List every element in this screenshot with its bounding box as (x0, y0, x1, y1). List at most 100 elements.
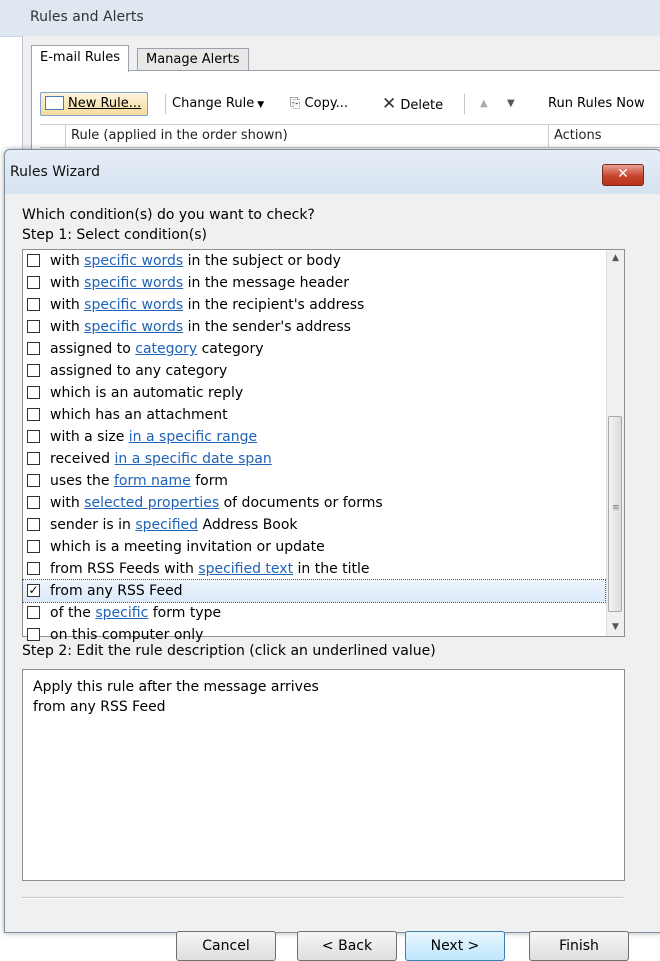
condition-item[interactable]: which is a meeting invitation or update (23, 536, 605, 558)
condition-item[interactable]: with specific words in the sender's addr… (23, 316, 605, 338)
copy-button[interactable]: ⎘ Copy... (290, 92, 348, 116)
tab-email-rules[interactable]: E-mail Rules (31, 45, 129, 72)
condition-text: uses the (50, 473, 114, 489)
condition-checkbox[interactable] (27, 474, 40, 487)
change-rule-button[interactable]: Change Rule ▼ (172, 92, 264, 116)
rules-wizard-body: Which condition(s) do you want to check?… (5, 194, 660, 961)
close-icon: ✕ (617, 166, 629, 182)
condition-item[interactable]: assigned to any category (23, 360, 605, 382)
move-up-icon[interactable]: ▲ (480, 92, 488, 116)
condition-item[interactable]: with specific words in the message heade… (23, 272, 605, 294)
condition-checkbox[interactable]: ✓ (27, 584, 40, 597)
back-button[interactable]: < Back (297, 931, 397, 961)
run-rules-now-button[interactable]: Run Rules Now (548, 92, 645, 116)
condition-link[interactable]: specific words (84, 297, 183, 313)
cancel-button[interactable]: Cancel (176, 931, 276, 961)
condition-link[interactable]: in a specific range (129, 429, 257, 445)
condition-link[interactable]: specific (95, 605, 148, 621)
condition-item[interactable]: assigned to category category (23, 338, 605, 360)
condition-checkbox[interactable] (27, 518, 40, 531)
condition-checkbox[interactable] (27, 452, 40, 465)
chevron-down-icon: ▼ (257, 100, 265, 110)
condition-checkbox[interactable] (27, 430, 40, 443)
condition-link[interactable]: specific words (84, 253, 183, 269)
condition-link[interactable]: specified (135, 517, 198, 533)
condition-checkbox[interactable] (27, 254, 40, 267)
delete-button[interactable]: ✕ Delete (382, 92, 443, 116)
column-actions[interactable]: Actions (554, 128, 602, 143)
condition-item[interactable]: with specific words in the recipient's a… (23, 294, 605, 316)
scroll-down-icon[interactable]: ▼ (607, 619, 624, 636)
condition-link[interactable]: in a specific date span (115, 451, 272, 467)
condition-item[interactable]: with specific words in the subject or bo… (23, 250, 605, 272)
condition-link[interactable]: category (135, 341, 197, 357)
condition-link[interactable]: specified text (198, 561, 293, 577)
conditions-scrollbar[interactable]: ▲ ≡ ▼ (606, 250, 624, 636)
condition-link[interactable]: specific words (84, 275, 183, 291)
condition-checkbox[interactable] (27, 496, 40, 509)
new-rule-button[interactable]: New Rule... (40, 92, 149, 116)
toolbar-separator (165, 94, 166, 114)
condition-text: with (50, 495, 85, 511)
condition-text: form type (148, 605, 222, 621)
rule-description-box[interactable]: Apply this rule after the message arrive… (22, 669, 625, 881)
condition-text: with (50, 297, 85, 313)
scroll-up-icon[interactable]: ▲ (607, 250, 624, 267)
copy-label: Copy... (304, 96, 349, 111)
condition-link[interactable]: selected properties (84, 495, 219, 511)
condition-item[interactable]: of the specific form type (23, 602, 605, 624)
condition-item[interactable]: with selected properties of documents or… (23, 492, 605, 514)
close-button[interactable]: ✕ (602, 164, 644, 186)
condition-text: with (50, 275, 85, 291)
condition-text: sender is in (50, 517, 136, 533)
condition-checkbox[interactable] (27, 386, 40, 399)
condition-checkbox[interactable] (27, 562, 40, 575)
condition-item[interactable]: which is an automatic reply (23, 382, 605, 404)
condition-item[interactable]: ✓ from any RSS Feed (22, 579, 606, 603)
rules-and-alerts-title: Rules and Alerts (30, 9, 144, 25)
tab-manage-alerts[interactable]: Manage Alerts (137, 48, 249, 71)
move-down-icon[interactable]: ▼ (507, 92, 515, 116)
change-rule-label: Change Rule (172, 96, 255, 111)
condition-checkbox[interactable] (27, 298, 40, 311)
condition-item[interactable]: sender is in specified Address Book (23, 514, 605, 536)
toolbar-separator (464, 94, 465, 114)
condition-item[interactable]: uses the form name form (23, 470, 605, 492)
grip-icon: ≡ (612, 503, 620, 513)
next-button[interactable]: Next > (405, 931, 505, 961)
condition-text: in the title (293, 561, 370, 577)
condition-checkbox[interactable] (27, 342, 40, 355)
condition-checkbox[interactable] (27, 628, 40, 641)
condition-checkbox[interactable] (27, 408, 40, 421)
condition-text: on this computer only (50, 627, 204, 643)
condition-checkbox[interactable] (27, 540, 40, 553)
condition-link[interactable]: specific words (84, 319, 183, 335)
condition-checkbox[interactable] (27, 364, 40, 377)
condition-checkbox[interactable] (27, 320, 40, 333)
scrollbar-thumb[interactable]: ≡ (608, 416, 622, 612)
condition-text: of the (50, 605, 96, 621)
condition-item[interactable]: which has an attachment (23, 404, 605, 426)
finish-button[interactable]: Finish (529, 931, 629, 961)
condition-item[interactable]: received in a specific date span (23, 448, 605, 470)
condition-text: with (50, 319, 85, 335)
condition-text: with a size (50, 429, 129, 445)
condition-text: of documents or forms (219, 495, 383, 511)
column-rule[interactable]: Rule (applied in the order shown) (71, 128, 288, 143)
condition-link[interactable]: form name (114, 473, 191, 489)
condition-text: from any RSS Feed (50, 583, 183, 599)
step1-label: Step 1: Select condition(s) (22, 227, 207, 243)
condition-text: which is an automatic reply (50, 385, 244, 401)
condition-text: which has an attachment (50, 407, 228, 423)
condition-text: in the sender's address (183, 319, 351, 335)
condition-checkbox[interactable] (27, 606, 40, 619)
condition-item[interactable]: from RSS Feeds with specified text in th… (23, 558, 605, 580)
delete-label: Delete (400, 98, 444, 113)
conditions-list[interactable]: with specific words in the subject or bo… (22, 249, 625, 643)
condition-item[interactable]: with a size in a specific range (23, 426, 605, 448)
condition-checkbox[interactable] (27, 276, 40, 289)
condition-text: which is a meeting invitation or update (50, 539, 325, 555)
condition-text: in the recipient's address (183, 297, 365, 313)
new-rule-label: New Rule... (68, 96, 142, 111)
button-separator (22, 897, 623, 899)
